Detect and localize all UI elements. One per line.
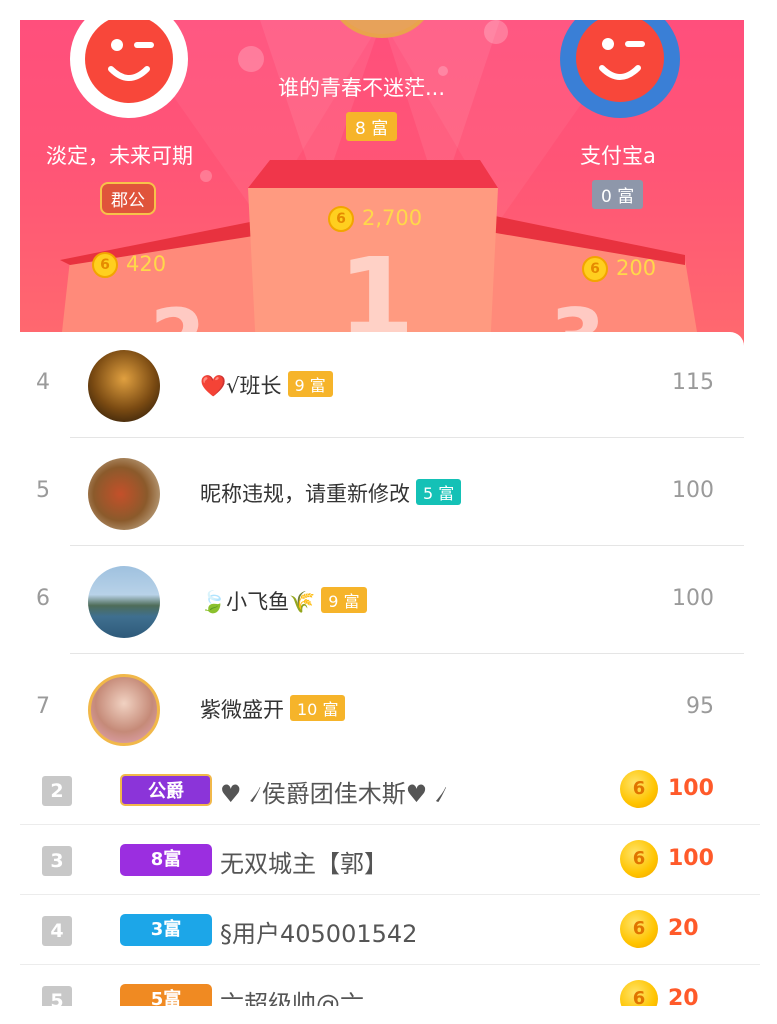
coin-value: 100 — [668, 846, 714, 871]
list-item[interactable]: 2 公爵 ♥ ৴侯爵团佳木斯♥ ৴ 6 100 — [20, 756, 760, 825]
coin-icon: 6 — [92, 252, 118, 278]
title-badge: 5富 — [120, 984, 212, 1006]
wealth-badge: 5 富 — [416, 479, 462, 505]
third-place-badge: 0 富 — [592, 180, 644, 209]
coin-icon: 6 — [620, 910, 658, 948]
coin-icon: 6 — [328, 206, 354, 232]
avatar[interactable] — [88, 350, 160, 422]
title-badge: 8富 — [120, 844, 212, 876]
smile-face-icon — [576, 20, 664, 102]
list-item[interactable]: 6 🍃小飞鱼🌾 9 富 100 — [20, 548, 744, 656]
user-name: 昵称违规，请重新修改 5 富 — [200, 478, 462, 508]
divider — [70, 545, 744, 546]
user-name: 无双城主【郭】 — [220, 850, 388, 878]
score: 115 — [672, 370, 714, 395]
coin-icon: 6 — [620, 840, 658, 878]
first-place-badge: 8 富 — [346, 112, 398, 141]
wealth-badge: 10 富 — [290, 695, 346, 721]
list-item[interactable]: 4 ❤️√班长 9 富 115 — [20, 332, 744, 440]
second-place-name: 淡定，未来可期 — [46, 144, 193, 168]
podium-banner: 淡定，未来可期 郡公 谁的青春不迷茫... 8 富 支付宝a 0 富 6 2,7… — [20, 20, 744, 350]
wealth-badge: 9 富 — [287, 371, 333, 397]
second-place-badge: 郡公 — [100, 182, 156, 215]
first-place-name: 谁的青春不迷茫... — [278, 76, 446, 100]
third-place-coins: 200 — [616, 256, 657, 280]
user-name: 亠超级帅@亠 — [220, 990, 364, 1006]
user-name: §用户405001542 — [220, 920, 418, 948]
user-name: ❤️√班长 9 富 — [200, 370, 333, 400]
rank-number: 2 — [42, 776, 72, 806]
rank-number: 5 — [42, 986, 72, 1006]
coin-icon: 6 — [620, 980, 658, 1006]
title-badge: 公爵 — [120, 774, 212, 806]
ranking-list: 4 ❤️√班长 9 富 115 5 昵称违规，请重新修改 5 富 100 6 🍃小飞… — [20, 332, 744, 752]
wealth-badge: 9 富 — [321, 587, 367, 613]
coin-value: 100 — [668, 776, 714, 801]
score: 100 — [672, 586, 714, 611]
score: 95 — [686, 694, 714, 719]
list-item[interactable]: 5 昵称违规，请重新修改 5 富 100 — [20, 440, 744, 548]
score: 100 — [672, 478, 714, 503]
avatar[interactable] — [88, 458, 160, 530]
list-item[interactable]: 5 5富 亠超级帅@亠 6 20 — [20, 966, 760, 1006]
second-place-coins: 420 — [126, 252, 167, 276]
title-badge: 3富 — [120, 914, 212, 946]
user-name: 🍃小飞鱼🌾 9 富 — [200, 586, 367, 616]
list-item[interactable]: 4 3富 §用户405001542 6 20 — [20, 896, 760, 965]
rank-number: 3 — [42, 846, 72, 876]
rank-number: 7 — [36, 694, 50, 719]
coin-value: 20 — [668, 916, 699, 941]
list-item[interactable]: 3 8富 无双城主【郭】 6 100 — [20, 826, 760, 895]
coin-value: 20 — [668, 986, 699, 1006]
divider — [70, 437, 744, 438]
coin-icon: 6 — [620, 770, 658, 808]
avatar[interactable] — [88, 566, 160, 638]
rank-number: 6 — [36, 586, 50, 611]
rank-number: 5 — [36, 478, 50, 503]
smile-face-icon — [85, 20, 173, 103]
third-place-name: 支付宝a — [580, 144, 656, 168]
list-item[interactable]: 7 紫微盛开 10 富 95 — [20, 656, 744, 764]
user-name: 紫微盛开 10 富 — [200, 694, 346, 724]
rank-number: 4 — [36, 370, 50, 395]
first-place-coins: 2,700 — [362, 206, 423, 230]
divider — [70, 653, 744, 654]
coin-icon: 6 — [582, 256, 608, 282]
user-name: ♥ ৴侯爵团佳木斯♥ ৴ — [220, 780, 448, 808]
avatar[interactable] — [88, 674, 160, 746]
rank-number: 4 — [42, 916, 72, 946]
secondary-ranking-list: 2 公爵 ♥ ৴侯爵团佳木斯♥ ৴ 6 100 3 8富 无双城主【郭】 6 1… — [20, 756, 760, 1006]
